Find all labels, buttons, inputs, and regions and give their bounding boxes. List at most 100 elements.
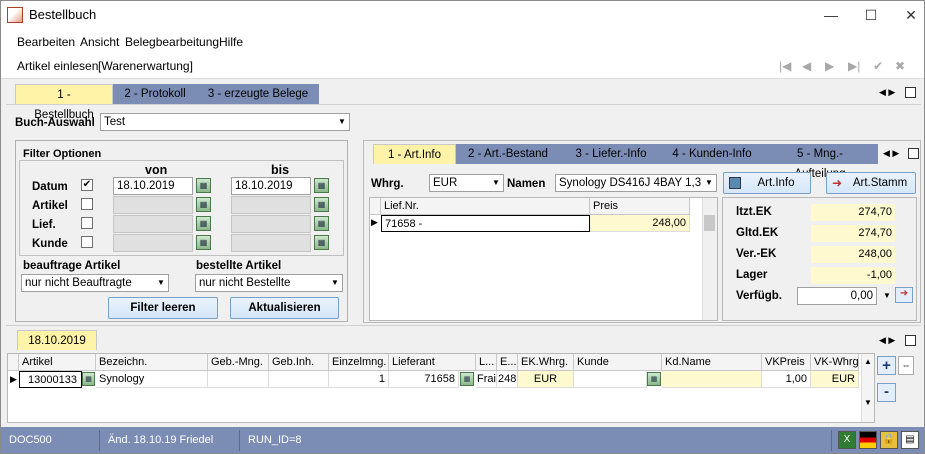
filter-leeren-button[interactable]: Filter leeren	[108, 297, 218, 319]
artikel-einlesen-button[interactable]: Artikel einlesen	[17, 59, 98, 73]
kunde-bis-field[interactable]	[231, 234, 311, 252]
grid-tab-scroll-icon[interactable]: ◀ ▶	[879, 335, 895, 346]
art-stamm-button[interactable]: ➜ Art.Stamm	[826, 172, 916, 194]
col-vkpreis[interactable]: VKPreis	[762, 354, 811, 371]
menu-hilfe[interactable]: Hilfe	[219, 35, 243, 49]
lief-bis-field[interactable]	[231, 215, 311, 233]
cell-lieferant[interactable]: 71658	[389, 371, 459, 388]
menu-bearbeiten[interactable]: Bearbeiten	[17, 35, 75, 49]
next-record-icon[interactable]: ▶	[825, 59, 834, 73]
lock-icon[interactable]: 🔒	[880, 431, 898, 449]
col-bezeichn[interactable]: Bezeichn.	[96, 354, 208, 371]
lookup-icon[interactable]: ▦	[196, 197, 211, 212]
confirm-icon[interactable]: ✔	[873, 59, 883, 73]
tab-erzeugte-belege[interactable]: 3 - erzeugte Belege	[197, 84, 319, 104]
aktualisieren-button[interactable]: Aktualisieren	[230, 297, 339, 319]
verfuegb-value[interactable]: 0,00	[797, 287, 877, 305]
lief-checkbox[interactable]	[81, 217, 93, 229]
minimize-button[interactable]: —	[811, 1, 851, 29]
artikel-von-field[interactable]	[113, 196, 193, 214]
transfer-icon[interactable]: ➜	[895, 287, 913, 303]
cell-e[interactable]: 248	[497, 371, 518, 388]
chevron-down-icon[interactable]: ▼	[328, 275, 342, 291]
chevron-down-icon[interactable]: ▼	[880, 288, 894, 304]
chevron-down-icon[interactable]: ▼	[335, 114, 349, 130]
tab-date[interactable]: 18.10.2019	[17, 330, 97, 350]
main-grid-scrollbar[interactable]: ▲ ▼	[861, 354, 874, 422]
col-kunde[interactable]: Kunde	[574, 354, 662, 371]
remove-row-button[interactable]: -	[877, 383, 896, 402]
tab-art-bestand[interactable]: 2 - Art.-Bestand	[456, 144, 560, 164]
preis-header[interactable]: Preis	[590, 198, 690, 215]
namen-select[interactable]: Synology DS416J 4BAY 1,3 GHz ▼	[555, 174, 717, 192]
lookup-icon[interactable]: ▦	[314, 197, 329, 212]
tab-art-info[interactable]: 1 - Art.Info	[373, 144, 456, 164]
cell-artikel[interactable]: 13000133	[19, 371, 82, 388]
maximize-button[interactable]: ☐	[851, 1, 891, 29]
bestellte-select[interactable]: nur nicht Bestellte ▼	[195, 274, 343, 292]
add-row-button[interactable]: +	[877, 356, 896, 375]
col-ek-whrg[interactable]: EK.Whrg.	[518, 354, 574, 371]
tab-bestellbuch[interactable]: 1 - Bestellbuch	[15, 84, 113, 121]
cell-geb-mng[interactable]	[208, 371, 269, 388]
col-einzelmng[interactable]: Einzelmng.	[329, 354, 389, 371]
col-geb-mng[interactable]: Geb.-Mng.	[208, 354, 269, 371]
lief-nr-cell[interactable]: 71658 -	[381, 215, 590, 232]
tab-scroll-icon[interactable]: ◀ ▶	[879, 87, 895, 98]
info-tab-scroll-icon[interactable]: ◀ ▶	[883, 148, 899, 159]
col-e[interactable]: E...	[497, 354, 518, 371]
beauftragte-select[interactable]: nur nicht Beauftragte ▼	[21, 274, 169, 292]
tab-liefer-info[interactable]: 3 - Liefer.-Info	[560, 144, 662, 164]
scroll-thumb[interactable]	[704, 215, 715, 231]
cell-vk-whrg[interactable]: EUR	[811, 371, 859, 388]
lookup-icon[interactable]: ▦	[196, 235, 211, 250]
last-record-icon[interactable]: ▶|	[848, 59, 860, 73]
kunde-von-field[interactable]	[113, 234, 193, 252]
col-geb-inh[interactable]: Geb.Inh.	[269, 354, 329, 371]
artikel-checkbox[interactable]	[81, 198, 93, 210]
datum-von-field[interactable]: 18.10.2019	[113, 177, 193, 195]
datum-checkbox[interactable]: ✔	[81, 179, 93, 191]
col-artikel[interactable]: Artikel	[19, 354, 96, 371]
lookup-icon[interactable]: ▦	[647, 372, 661, 386]
lookup-icon[interactable]: ▦	[314, 235, 329, 250]
buch-auswahl-select[interactable]: Test ▼	[100, 113, 350, 131]
scroll-up-icon[interactable]: ▲	[862, 357, 874, 366]
calendar-icon[interactable]: ▦	[196, 178, 211, 193]
close-button[interactable]: ✕	[891, 1, 924, 29]
chevron-down-icon[interactable]: ▼	[702, 175, 716, 191]
scroll-down-icon[interactable]: ▼	[862, 398, 874, 407]
cancel-icon[interactable]: ✖	[895, 59, 905, 73]
chevron-down-icon[interactable]: ▼	[154, 275, 168, 291]
lookup-icon[interactable]: ▦	[460, 372, 474, 386]
col-l[interactable]: L...	[476, 354, 497, 371]
lief-von-field[interactable]	[113, 215, 193, 233]
cell-l[interactable]: Frai	[476, 371, 497, 388]
tab-kunden-info[interactable]: 4 - Kunden-Info	[662, 144, 762, 164]
cell-geb-inh[interactable]	[269, 371, 329, 388]
print-icon[interactable]: ▤	[901, 431, 919, 449]
tab-mng-aufteilung[interactable]: 5 - Mng.-Aufteilung	[762, 144, 878, 180]
warenerwartung-button[interactable]: [Warenerwartung]	[98, 59, 193, 73]
menu-ansicht[interactable]: Ansicht	[80, 35, 119, 49]
menu-belegbearbeitung[interactable]: Belegbearbeitung	[125, 35, 219, 49]
first-record-icon[interactable]: |◀	[779, 59, 791, 73]
whrg-select[interactable]: EUR ▼	[429, 174, 504, 192]
cell-einzelmng[interactable]: 1	[329, 371, 389, 388]
cell-bezeichn[interactable]: Synology	[96, 371, 208, 388]
datum-bis-field[interactable]: 18.10.2019	[231, 177, 311, 195]
tab-protokoll[interactable]: 2 - Protokoll	[113, 84, 197, 104]
prev-record-icon[interactable]: ◀	[802, 59, 811, 73]
cell-vkpreis[interactable]: 1,00	[762, 371, 811, 388]
col-kd-name[interactable]: Kd.Name	[662, 354, 762, 371]
lookup-icon[interactable]: ▦	[82, 372, 95, 386]
german-flag-icon[interactable]	[859, 431, 877, 449]
lookup-icon[interactable]: ▦	[314, 216, 329, 231]
art-info-button[interactable]: Art.Info	[723, 172, 811, 194]
preis-cell[interactable]: 248,00	[590, 215, 690, 232]
col-vk-whrg[interactable]: VK-Whrg	[811, 354, 859, 371]
kunde-checkbox[interactable]	[81, 236, 93, 248]
excel-icon[interactable]: X	[838, 431, 856, 449]
chevron-down-icon[interactable]: ▼	[489, 175, 503, 191]
tab-maximize-icon[interactable]	[905, 87, 916, 98]
